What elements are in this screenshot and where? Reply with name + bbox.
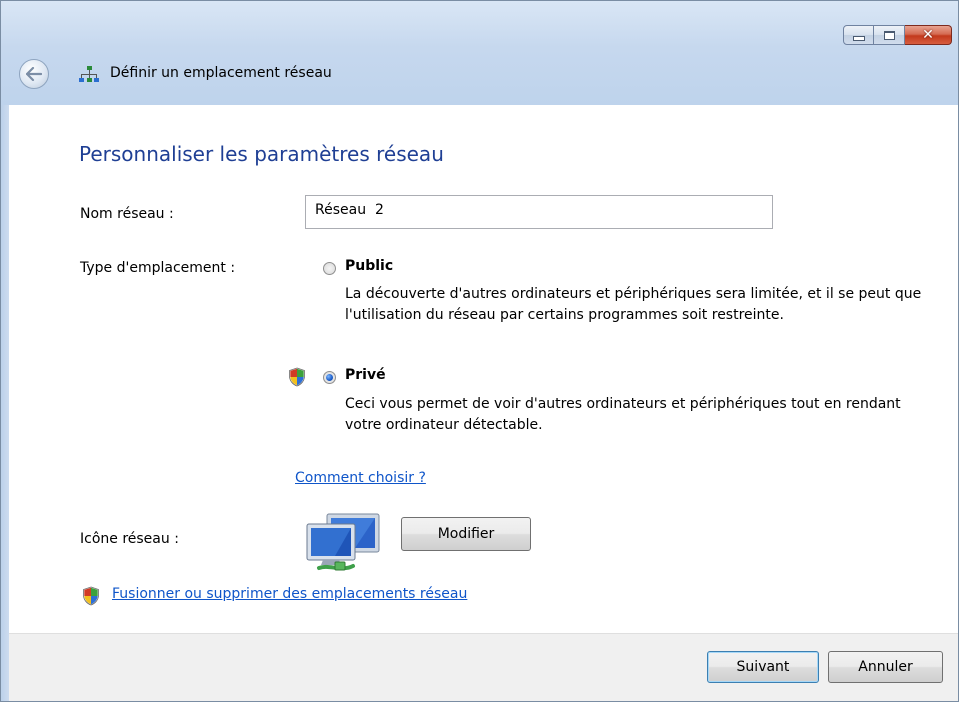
minimize-button[interactable] [843,25,874,45]
window-title: Définir un emplacement réseau [110,65,332,81]
network-name-input[interactable] [305,195,773,229]
shield-icon [289,367,305,387]
content-area [9,105,958,633]
close-button[interactable]: ✕ [905,25,952,45]
minimize-icon [852,36,865,41]
location-type-label: Type d'emplacement : [80,260,236,276]
maximize-button[interactable] [874,25,905,45]
private-option-description: Ceci vous permet de voir d'autres ordina… [345,396,901,433]
cancel-button[interactable]: Annuler [828,651,943,683]
merge-locations-link[interactable]: Fusionner ou supprimer des emplacements … [112,586,467,602]
title-bar [1,1,958,105]
back-button[interactable] [19,59,49,89]
public-radio[interactable] [323,262,336,275]
window-frame-left [1,105,9,701]
page-title: Personnaliser les paramètres réseau [79,142,444,166]
network-computer-icon [306,513,380,571]
close-icon: ✕ [922,27,934,43]
maximize-icon [883,30,895,40]
shield-icon [83,586,99,606]
public-option-title[interactable]: Public [345,258,393,274]
network-icon-label: Icône réseau : [80,531,179,547]
caption-buttons: ✕ [843,25,952,45]
private-option-title[interactable]: Privé [345,367,386,383]
public-option-description: La découverte d'autres ordinateurs et pé… [345,286,922,323]
network-name-label: Nom réseau : [80,206,174,222]
modify-button[interactable]: Modifier [401,517,531,551]
dialog-window: ✕ Définir un emplacement réseau Personna… [0,0,959,702]
private-radio[interactable] [323,371,336,384]
next-button[interactable]: Suivant [707,651,819,683]
back-arrow-icon [26,67,42,81]
network-icon [79,66,99,82]
help-link[interactable]: Comment choisir ? [295,470,426,486]
